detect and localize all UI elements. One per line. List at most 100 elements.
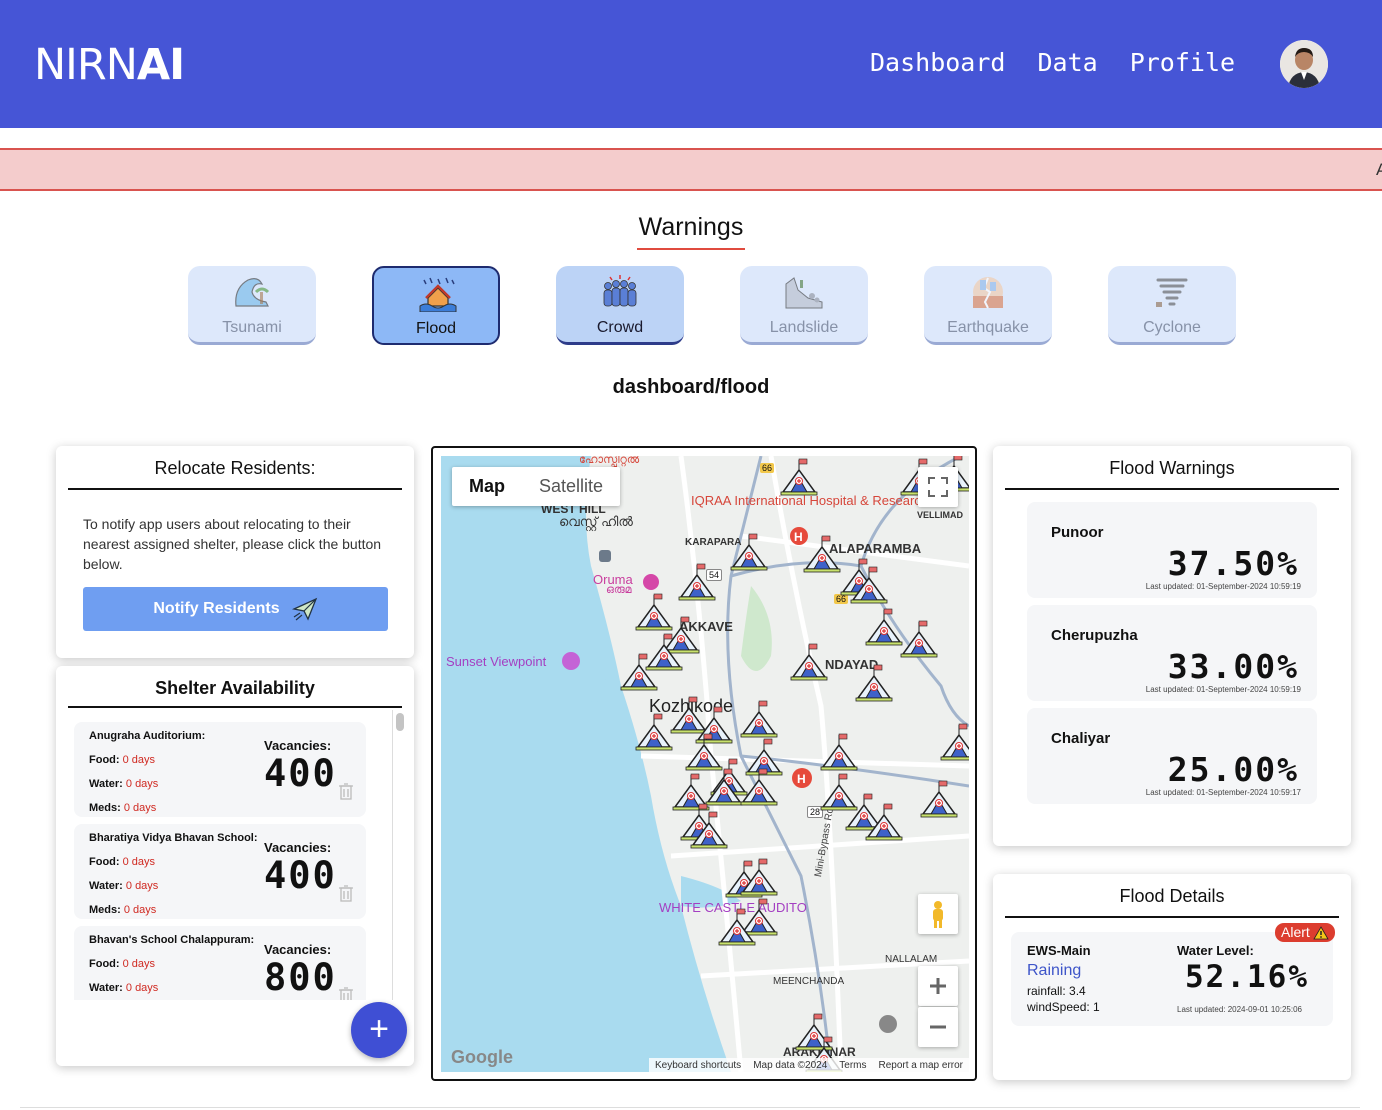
- flood-map[interactable]: H H ഹോസ്പിറ്റൽ IQRAA International Hospi…: [441, 456, 969, 1072]
- card-title: Flood Details: [1119, 886, 1225, 906]
- alert-badge: Alert: [1275, 923, 1335, 942]
- nav-profile-link[interactable]: Profile: [1130, 48, 1235, 77]
- flood-icon: [419, 277, 457, 312]
- hazard-earthquake-button[interactable]: Earthquake: [924, 266, 1052, 345]
- nav-data-link[interactable]: Data: [1037, 48, 1097, 77]
- hazard-landslide-button[interactable]: Landslide: [740, 266, 868, 345]
- hazard-tsunami-button[interactable]: Tsunami: [188, 266, 316, 345]
- satellite-tab[interactable]: Satellite: [522, 467, 620, 506]
- breadcrumb: dashboard/flood: [612, 376, 770, 398]
- map-tab[interactable]: Map: [452, 467, 522, 506]
- street-view-pegman-icon[interactable]: [918, 894, 958, 934]
- last-updated: Last updated: 01-September-2024 10:59:19: [1145, 582, 1301, 591]
- vacancies-count: 800: [264, 956, 337, 999]
- alert-ticker: A: [0, 148, 1382, 191]
- main-nav: Dashboard Data Profile: [870, 48, 1235, 77]
- card-title: Shelter Availability: [155, 678, 315, 698]
- report-error-link[interactable]: Report a map error: [879, 1060, 963, 1071]
- relocate-residents-card: Relocate Residents: To notify app users …: [56, 446, 414, 658]
- water-row: Water: 0 days: [89, 880, 159, 892]
- river-name: Punoor: [1051, 524, 1104, 541]
- warning-triangle-icon: [1313, 925, 1329, 939]
- add-shelter-button[interactable]: +: [351, 1002, 407, 1058]
- station-details: EWS-Main Raining rainfall: 3.4 windSpeed…: [1011, 932, 1333, 1026]
- water-row: Water: 0 days: [89, 982, 159, 994]
- fullscreen-icon[interactable]: [918, 467, 958, 507]
- tsunami-icon: [235, 278, 270, 307]
- relocate-description: To notify app users about relocating to …: [83, 516, 382, 572]
- card-title: Flood Warnings: [1109, 458, 1235, 478]
- ticker-text: A: [1376, 160, 1382, 180]
- warning-percent: 25.00%: [1167, 750, 1299, 789]
- earthquake-icon: [973, 277, 1003, 309]
- water-level-value: 52.16%: [1185, 959, 1309, 995]
- landslide-icon: [785, 277, 823, 309]
- trash-icon[interactable]: [339, 986, 353, 1000]
- cyclone-icon: [1156, 278, 1188, 307]
- shelter-item: Bharatiya Vidya Bhavan School: Food: 0 d…: [74, 824, 366, 919]
- river-name: Cherupuzha: [1051, 627, 1138, 644]
- shelter-name: Bharatiya Vidya Bhavan School:: [89, 832, 258, 844]
- nav-dashboard-link[interactable]: Dashboard: [870, 48, 1005, 77]
- flood-details-card: Flood Details EWS-Main Raining rainfall:…: [993, 874, 1351, 1080]
- zoom-in-button[interactable]: [918, 966, 958, 1006]
- hazard-label: Earthquake: [947, 319, 1029, 336]
- notify-residents-button[interactable]: Notify Residents: [83, 587, 388, 631]
- button-label: Notify Residents: [153, 600, 280, 617]
- shelter-scrollbar[interactable]: [392, 710, 406, 1000]
- last-updated: Last updated: 01-September-2024 10:59:19: [1145, 685, 1301, 694]
- shelter-name: Bhavan's School Chalappuram:: [89, 934, 255, 946]
- scrollbar-thumb[interactable]: [396, 713, 404, 731]
- divider: [1005, 916, 1339, 918]
- terms-link[interactable]: Terms: [839, 1060, 866, 1071]
- map-footer: Keyboard shortcuts Map data ©2024 Terms …: [649, 1058, 969, 1072]
- google-logo: Google: [451, 1047, 513, 1067]
- hazard-label: Landslide: [769, 319, 839, 336]
- meds-row: Meds: 0 days: [89, 802, 157, 814]
- food-row: Food: 0 days: [89, 754, 156, 766]
- map-container: H H ഹോസ്പിറ്റൽ IQRAA International Hospi…: [431, 446, 977, 1081]
- hazard-flood-button[interactable]: Flood: [372, 266, 500, 345]
- hazard-label: Crowd: [596, 319, 644, 336]
- rainfall-value: rainfall: 3.4: [1027, 984, 1086, 998]
- alert-label: Alert: [1281, 924, 1310, 940]
- crowd-icon: [603, 275, 637, 307]
- warning-percent: 33.00%: [1167, 647, 1299, 686]
- flood-warnings-card: Flood Warnings Punoor 37.50% Last update…: [993, 446, 1351, 846]
- paper-plane-icon: [291, 597, 317, 621]
- shelter-name: Anugraha Auditorium:: [89, 730, 206, 742]
- hazard-label: Tsunami: [222, 319, 282, 336]
- river-name: Chaliyar: [1051, 730, 1111, 747]
- keyboard-shortcuts-link[interactable]: Keyboard shortcuts: [655, 1060, 741, 1071]
- user-avatar[interactable]: [1280, 40, 1328, 88]
- map-data-text: Map data ©2024: [753, 1059, 828, 1071]
- shelter-list[interactable]: Anugraha Auditorium: Food: 0 days Water:…: [68, 710, 406, 1000]
- last-updated: Last updated: 01-September-2024 10:59:17: [1145, 788, 1301, 797]
- trash-icon[interactable]: [339, 782, 353, 800]
- trash-icon[interactable]: [339, 884, 353, 902]
- hazard-label: Flood: [415, 320, 457, 337]
- warning-percent: 37.50%: [1167, 544, 1299, 583]
- shelter-markers: [620, 456, 969, 1072]
- vacancies-label: Vacancies:: [264, 942, 332, 957]
- warnings-heading: Warnings: [0, 213, 1382, 250]
- vacancies-count: 400: [264, 752, 337, 795]
- shelter-item: Bhavan's School Chalappuram: Food: 0 day…: [74, 926, 366, 1000]
- divider: [1005, 488, 1339, 490]
- station-name: EWS-Main: [1027, 943, 1091, 958]
- hazard-cyclone-button[interactable]: Cyclone: [1108, 266, 1236, 345]
- vacancies-label: Vacancies:: [264, 840, 332, 855]
- vacancies-count: 400: [264, 854, 337, 897]
- water-row: Water: 0 days: [89, 778, 159, 790]
- last-updated: Last updated: 2024-09-01 10:25:06: [1177, 1005, 1302, 1014]
- app-logo[interactable]: NIRNAI: [34, 40, 185, 90]
- shelter-availability-card: Shelter Availability Anugraha Auditorium…: [56, 666, 414, 1066]
- zoom-out-button[interactable]: [918, 1007, 958, 1047]
- hazard-crowd-button[interactable]: Crowd: [556, 266, 684, 345]
- food-row: Food: 0 days: [89, 958, 156, 970]
- flood-warning-item: Chaliyar 25.00% Last updated: 01-Septemb…: [1027, 708, 1317, 804]
- card-title: Relocate Residents:: [154, 458, 316, 478]
- windspeed-value: windSpeed: 1: [1027, 1000, 1100, 1014]
- vacancies-label: Vacancies:: [264, 738, 332, 753]
- map-type-toggle: Map Satellite: [452, 467, 621, 506]
